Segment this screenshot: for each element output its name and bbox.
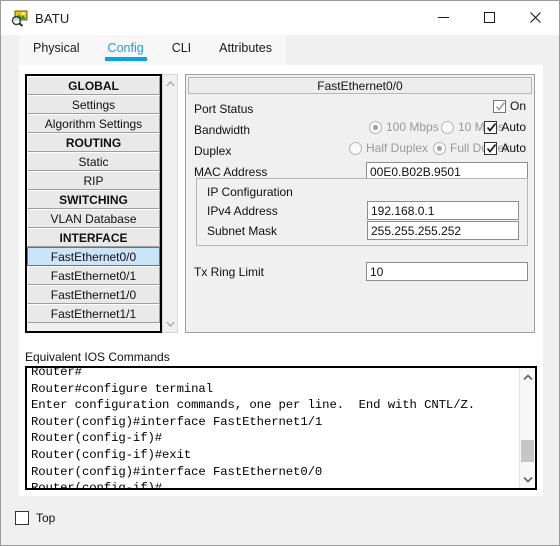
bandwidth-100-label: 100 Mbps (386, 120, 439, 134)
tab-physical-label: Physical (33, 41, 80, 55)
checkbox-box (492, 99, 506, 113)
bandwidth-auto-label: Auto (501, 120, 526, 134)
check-icon (487, 143, 497, 153)
checkbox-box (15, 511, 29, 525)
sidebar-item-fastethernet0-1[interactable]: FastEthernet0/1 (27, 266, 160, 285)
sidebar-item-global[interactable]: GLOBAL (27, 76, 160, 95)
port-status-label: Port Status (194, 102, 254, 116)
window-title: BATU (35, 11, 70, 26)
port-status-on-label: On (509, 99, 526, 113)
bandwidth-radio-100mbps[interactable]: 100 Mbps (369, 120, 439, 134)
sidebar-item-label: FastEthernet0/1 (50, 269, 137, 283)
duplex-auto-label: Auto (501, 141, 526, 155)
sidebar-item-static[interactable]: Static (27, 152, 160, 171)
sidebar-item-fastethernet1-1[interactable]: FastEthernet1/1 (27, 304, 160, 323)
top-checkbox-label: Top (36, 511, 56, 525)
tab-cli-label: CLI (171, 41, 192, 55)
sidebar-item-switching[interactable]: SWITCHING (27, 190, 160, 209)
scroll-up-icon[interactable] (163, 76, 177, 91)
sidebar-item-vlan-database[interactable]: VLAN Database (27, 209, 160, 228)
checkbox-box (484, 141, 498, 155)
subnet-mask-input[interactable] (367, 221, 519, 240)
tab-bar: Physical Config CLI Attributes (1, 35, 559, 65)
config-content-area: GLOBAL Settings Algorithm Settings ROUTI… (19, 65, 543, 497)
check-icon (487, 122, 497, 132)
tab-attributes[interactable]: Attributes (205, 35, 286, 59)
sidebar-scrollbar[interactable] (162, 74, 178, 333)
scroll-down-icon[interactable] (520, 471, 535, 487)
duplex-label: Duplex (194, 144, 232, 158)
sidebar-item-label: INTERFACE (59, 231, 128, 245)
sidebar-item-label: FastEthernet0/0 (50, 250, 137, 264)
scroll-down-icon[interactable] (163, 316, 177, 331)
sidebar-item-label: SWITCHING (59, 193, 128, 207)
tab-physical[interactable]: Physical (19, 35, 94, 59)
ip-configuration-label: IP Configuration (207, 185, 293, 199)
sidebar-item-settings[interactable]: Settings (27, 95, 160, 114)
ip-configuration-group: IP Configuration IPv4 Address Subnet Mas… (196, 178, 528, 246)
ios-commands-label: Equivalent IOS Commands (25, 350, 170, 364)
duplex-half-label: Half Duplex (366, 141, 429, 155)
sidebar-item-algorithm-settings[interactable]: Algorithm Settings (27, 114, 160, 133)
tx-ring-limit-label: Tx Ring Limit (194, 265, 265, 279)
maximize-button[interactable] (466, 1, 512, 34)
tab-cli[interactable]: CLI (158, 35, 205, 59)
device-config-window: BATU Physical Config CLI Attributes GLOB… (0, 0, 560, 546)
sidebar-item-routing[interactable]: ROUTING (27, 133, 160, 152)
ios-scrollbar-thumb[interactable] (521, 440, 534, 462)
sidebar-item-fastethernet1-0[interactable]: FastEthernet1/0 (27, 285, 160, 304)
tab-attributes-label: Attributes (219, 41, 272, 55)
panel-title: FastEthernet0/0 (188, 77, 532, 94)
sidebar-item-label: Algorithm Settings (44, 117, 143, 131)
close-button[interactable] (512, 1, 558, 34)
sidebar-item-label: FastEthernet1/1 (50, 307, 137, 321)
ios-commands-console[interactable]: Router# Router#configure terminal Enter … (25, 366, 537, 490)
interface-config-panel: FastEthernet0/0 Port Status On Bandwidth… (185, 74, 535, 333)
ipv4-address-input[interactable] (367, 201, 519, 220)
sidebar-item-label: FastEthernet1/0 (50, 288, 137, 302)
window-footer: Top (2, 496, 558, 544)
packet-tracer-device-icon (11, 10, 28, 27)
radio-button (441, 120, 454, 134)
radio-button (349, 141, 362, 155)
ios-commands-scrollbar[interactable] (519, 368, 535, 488)
subnet-mask-label: Subnet Mask (207, 224, 278, 238)
sidebar-item-label: RIP (83, 174, 104, 188)
close-icon (529, 12, 541, 23)
check-icon (495, 101, 506, 111)
config-section-list[interactable]: GLOBAL Settings Algorithm Settings ROUTI… (25, 74, 162, 333)
sidebar-item-label: ROUTING (65, 136, 122, 150)
sidebar-item-rip[interactable]: RIP (27, 171, 160, 190)
tab-config-label: Config (107, 41, 144, 55)
tx-ring-limit-input[interactable] (366, 262, 528, 281)
sidebar-item-label: VLAN Database (50, 212, 137, 226)
scroll-up-icon[interactable] (520, 369, 535, 385)
sidebar-item-interface[interactable]: INTERFACE (27, 228, 160, 247)
duplex-auto-checkbox[interactable]: Auto (484, 141, 526, 155)
mac-address-label: MAC Address (194, 165, 268, 179)
checkbox-box (484, 120, 498, 134)
sidebar-item-label: GLOBAL (68, 79, 119, 93)
radio-button (433, 141, 446, 155)
port-status-checkbox[interactable]: On (492, 99, 526, 113)
duplex-radio-half[interactable]: Half Duplex (349, 141, 428, 155)
ios-commands-text: Router# Router#configure terminal Enter … (31, 366, 476, 490)
title-bar: BATU (1, 1, 559, 36)
sidebar-item-label: Settings (71, 98, 116, 112)
top-checkbox[interactable]: Top (15, 511, 55, 525)
sidebar-item-label: Static (78, 155, 109, 169)
maximize-icon (483, 12, 495, 23)
sidebar-item-fastethernet0-0[interactable]: FastEthernet0/0 (27, 247, 160, 266)
minimize-icon (437, 17, 449, 18)
ipv4-address-label: IPv4 Address (207, 204, 278, 218)
bandwidth-label: Bandwidth (194, 123, 251, 137)
bandwidth-auto-checkbox[interactable]: Auto (484, 120, 526, 134)
minimize-button[interactable] (420, 1, 466, 34)
tab-config[interactable]: Config (94, 35, 158, 61)
radio-button (369, 120, 382, 134)
